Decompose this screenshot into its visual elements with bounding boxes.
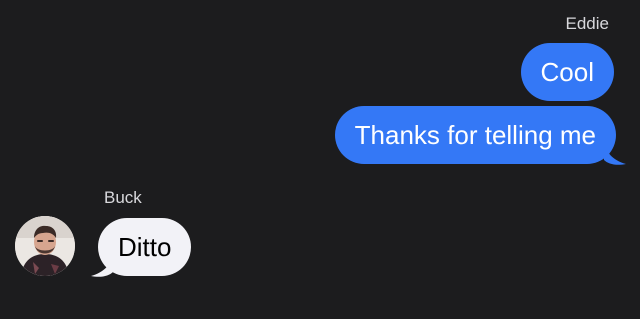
message-bubble-outgoing[interactable]: Cool <box>520 43 614 101</box>
person-photo-avatar[interactable] <box>15 216 75 276</box>
sender-name-outgoing: Eddie <box>565 14 609 33</box>
sender-name-incoming: Buck <box>104 188 142 207</box>
bubble-tail-outgoing <box>604 142 626 165</box>
person-photo-icon <box>15 216 75 276</box>
bubble-tail-incoming <box>91 254 113 277</box>
message-bubble-outgoing[interactable]: Thanks for telling me <box>334 106 616 164</box>
message-thread: Eddie Cool Thanks for telling me Buck Di… <box>0 0 640 319</box>
